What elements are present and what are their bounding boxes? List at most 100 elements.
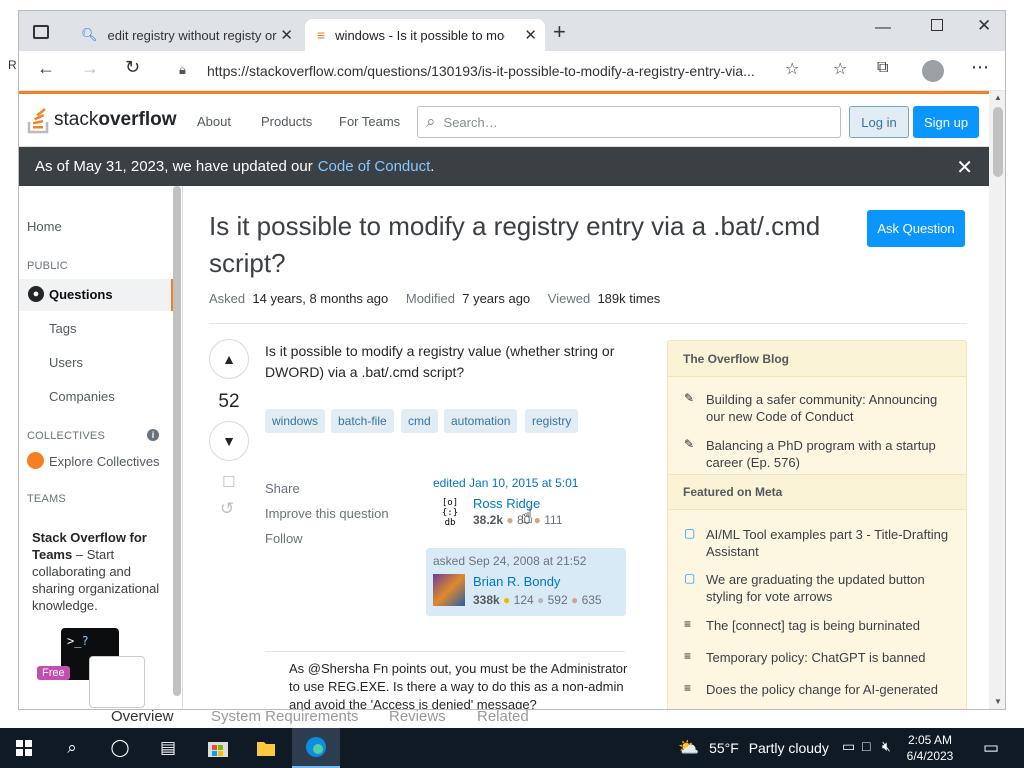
ask-question-button[interactable]: Ask Question [867, 210, 965, 247]
profile-avatar[interactable] [922, 60, 944, 82]
cortana-icon[interactable]: ◯ [96, 728, 144, 768]
collectives-icon [27, 452, 44, 469]
asker-reputation: 338k ● 124 ● 592 ● 635 [473, 593, 602, 607]
left-scrollbar[interactable] [173, 186, 181, 696]
scroll-up-icon[interactable]: ▲ [994, 93, 1002, 102]
silver-badge-icon: ● [506, 513, 514, 527]
meta-item[interactable]: The [connect] tag is being burninated [706, 617, 951, 634]
nav-products[interactable]: Products [261, 114, 312, 129]
weather-widget[interactable]: ⛅ 55°F Partly cloudy [678, 738, 829, 758]
sidebar-heading-public: PUBLIC [27, 260, 68, 272]
asker-avatar[interactable] [433, 574, 465, 606]
meta-item[interactable]: Temporary policy: ChatGPT is banned [706, 649, 951, 666]
desktop-letter: R [8, 58, 17, 72]
tag-registry[interactable]: registry [525, 409, 579, 433]
asker-name[interactable]: Brian R. Bondy [473, 574, 560, 589]
bronze-badge-icon: ● [570, 593, 579, 607]
modified-label: Modified [405, 291, 455, 306]
volume-muted-icon[interactable]: 🔇︎ [882, 738, 891, 755]
scrollbar-thumb[interactable] [993, 107, 1003, 177]
info-icon[interactable]: i [147, 429, 159, 441]
login-button[interactable]: Log in [849, 106, 909, 138]
store-icon[interactable] [194, 728, 242, 768]
so-logo[interactable]: stack overflow [27, 106, 176, 134]
tab-actions-icon[interactable] [33, 25, 49, 39]
close-icon[interactable]: ✕ [280, 26, 293, 44]
improve-question-link[interactable]: Improve this question [265, 506, 389, 521]
tab-bar: 🔍︎ edit registry without registy or c ✕ … [19, 11, 1005, 51]
question-title[interactable]: Is it possible to modify a registry entr… [209, 208, 849, 282]
upvote-icon: ▲ [222, 351, 236, 367]
address-bar[interactable]: 🔒︎ https://stackoverflow.com/questions/1… [167, 56, 813, 86]
browser-window: 🔍︎ edit registry without registy or c ✕ … [18, 10, 1006, 710]
bookmark-icon[interactable]: ☐ [222, 473, 235, 491]
meet-now-icon[interactable]: ▭ [842, 738, 855, 755]
tag-automation[interactable]: automation [444, 409, 518, 433]
url-text[interactable]: https://stackoverflow.com/questions/1301… [207, 63, 767, 79]
blog-item[interactable]: Balancing a PhD program with a startup c… [706, 437, 951, 471]
refresh-icon[interactable]: ↻ [125, 57, 140, 78]
meta-item[interactable]: We are graduating the updated button sty… [706, 571, 951, 605]
upvote-button[interactable]: ▲ [209, 339, 249, 379]
forward-icon[interactable]: → [81, 58, 99, 79]
notifications-icon[interactable]: ▭ [983, 738, 999, 758]
signup-button[interactable]: Sign up [913, 106, 979, 138]
tab-title: windows - Is it possible to modif [335, 27, 506, 43]
task-view-icon[interactable]: ▤ [144, 728, 192, 768]
tag-windows[interactable]: windows [265, 409, 326, 433]
nav-about[interactable]: About [197, 114, 231, 129]
meta-item[interactable]: AI/ML Tool examples part 3 - Title-Draft… [706, 526, 951, 560]
edited-link[interactable]: edited Jan 10, 2015 at 5:01 [433, 476, 578, 490]
favorites-icon[interactable]: ☆ [833, 59, 847, 79]
history-icon[interactable]: ↺ [220, 499, 234, 519]
back-icon[interactable]: ← [37, 58, 55, 79]
question-body: Is it possible to modify a registry valu… [265, 343, 615, 380]
downvote-button[interactable]: ▼ [209, 421, 249, 461]
editor-name[interactable]: Ross Ridge [473, 496, 563, 511]
network-icon[interactable]: □ [862, 738, 870, 754]
sidebar-item-questions[interactable]: ● Questions [19, 279, 174, 311]
tab-search[interactable]: 🔍︎ edit registry without registy or c ✕ [69, 19, 301, 51]
asker-silver-count: 592 [547, 593, 568, 607]
divider [265, 651, 625, 652]
window-close-button[interactable]: ✕ [977, 16, 991, 36]
sidebar-item-explore-collectives[interactable]: Explore Collectives [49, 454, 160, 469]
sidebar-item-companies[interactable]: Companies [49, 389, 115, 404]
background-tab-overview: Overview [111, 708, 174, 725]
editor-avatar[interactable]: [o] {:} db [434, 498, 466, 530]
scroll-down-icon[interactable]: ▼ [994, 697, 1002, 706]
search-input[interactable]: ⌕ Search… [417, 106, 841, 138]
search-icon[interactable]: ⌕ [48, 728, 96, 768]
banner-close-icon[interactable]: ✕ [956, 155, 973, 180]
tag-cmd[interactable]: cmd [401, 409, 438, 433]
modified-value[interactable]: 7 years ago [462, 291, 530, 306]
add-favorite-icon[interactable]: ☆ [785, 59, 799, 79]
code-of-conduct-link[interactable]: Code of Conduct [318, 158, 431, 175]
page-scrollbar[interactable]: ▲ ▼ [989, 91, 1005, 709]
collections-icon[interactable]: ⧉ [877, 59, 888, 77]
nav-for-teams[interactable]: For Teams [339, 114, 400, 129]
meta-item[interactable]: Does the policy change for AI-generated [706, 681, 951, 698]
sidebar-heading-collectives: COLLECTIVES [27, 430, 106, 442]
tab-stackoverflow[interactable]: ≡ windows - Is it possible to modif ✕ [305, 19, 545, 51]
sidebar-item-tags[interactable]: Tags [49, 321, 76, 336]
sidebar-item-users[interactable]: Users [49, 355, 83, 370]
system-clock[interactable]: 2:05 AM 6/4/2023 [900, 732, 960, 764]
follow-link[interactable]: Follow [265, 531, 303, 546]
lock-icon[interactable]: 🔒︎ [179, 62, 186, 78]
more-menu-icon[interactable]: ⋯ [971, 57, 989, 78]
share-link[interactable]: Share [265, 481, 300, 496]
new-tab-button[interactable]: + [553, 19, 566, 45]
minimize-button[interactable]: — [875, 19, 891, 37]
maximize-button[interactable] [931, 19, 943, 31]
taskbar: ⌕ ◯ ▤ ⛅ 55°F Partly cloudy ▭ □ 🔇︎ 2:05 A… [0, 728, 1024, 768]
tag-batch-file[interactable]: batch-file [331, 409, 394, 433]
sidebar-item-home[interactable]: Home [27, 219, 62, 234]
windows-start-icon[interactable] [0, 728, 48, 768]
left-sidebar: Home PUBLIC ● Questions Tags Users Compa… [19, 186, 183, 709]
editor-rep: 38.2k [473, 513, 504, 527]
edge-taskbar-icon[interactable] [292, 728, 340, 768]
blog-item[interactable]: Building a safer community: Announcing o… [706, 391, 951, 425]
file-explorer-icon[interactable] [242, 728, 290, 768]
close-icon[interactable]: ✕ [524, 26, 537, 44]
